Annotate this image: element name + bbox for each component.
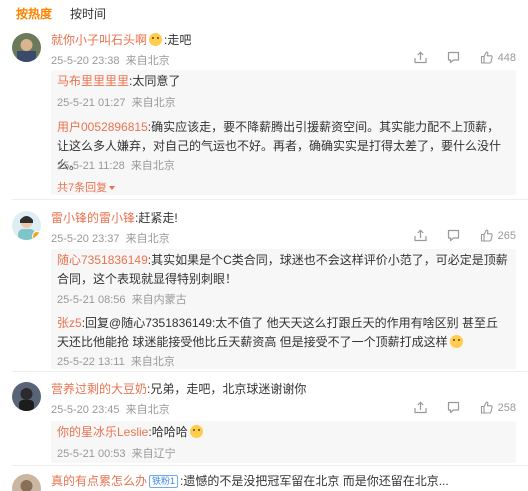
verified-badge-icon bbox=[32, 231, 41, 240]
reply-text: 张z5:回复@随心7351836149:太不值了 他天天这么打跟丘天的作用有啥区… bbox=[57, 314, 508, 352]
comment-icon bbox=[447, 229, 459, 242]
reply-box: 你的星冰乐Leslie:哈哈哈 25-5-21 00:53 来自辽宁 bbox=[51, 421, 516, 463]
avatar[interactable] bbox=[12, 33, 41, 62]
reply-content: :哈哈哈 bbox=[148, 425, 188, 439]
comment-line: 营养过剩的大豆奶:兄弟，走吧，北京球迷谢谢你 bbox=[51, 381, 306, 397]
reply-username[interactable]: 张z5 bbox=[57, 316, 82, 330]
like-count: 258 bbox=[497, 401, 516, 414]
reply-date: 25-5-21 00:53 bbox=[57, 448, 126, 460]
fan-badge: 铁粉1 bbox=[149, 475, 179, 488]
comment-date: 25-5-20 23:45 bbox=[51, 404, 120, 416]
reply-date: 25-5-21 11:28 bbox=[57, 160, 125, 172]
comment-text: :赶紧走! bbox=[135, 211, 178, 225]
reply-meta: 25-5-21 11:28 来自北京 bbox=[57, 157, 175, 173]
reply-text: 随心7351836149:其实如果是个C类合同，球迷也不会这样评价小范了，可必定… bbox=[57, 251, 508, 289]
comment-item: 营养过剩的大豆奶:兄弟，走吧，北京球迷谢谢你 25-5-20 23:45 来自北… bbox=[0, 372, 528, 466]
reply-username[interactable]: 马布里里里里 bbox=[57, 74, 129, 88]
comment-location: 来自北京 bbox=[125, 55, 170, 67]
comment-meta: 25-5-20 23:45 来自北京 bbox=[51, 401, 170, 417]
comment-actions: 448 bbox=[414, 51, 516, 64]
comment-icon bbox=[447, 51, 459, 64]
share-icon bbox=[414, 229, 427, 242]
comment-line: 就你小子叫石头啊 :走吧 bbox=[51, 32, 191, 48]
comment-line: 雷小锋的雷小锋:赶紧走! bbox=[51, 210, 178, 226]
like-icon bbox=[480, 401, 493, 414]
comment-username[interactable]: 真的有点累怎么办 bbox=[51, 474, 147, 488]
comment-actions: 265 bbox=[414, 229, 516, 242]
comment-item: 雷小锋的雷小锋:赶紧走! 25-5-20 23:37 来自北京 265 随心73… bbox=[0, 200, 528, 372]
like-icon bbox=[480, 51, 493, 64]
reply-box: 马布里里里里:太同意了 25-5-21 01:27 来自北京 用户0052896… bbox=[51, 70, 516, 195]
reply-box: 随心7351836149:其实如果是个C类合同，球迷也不会这样评价小范了，可必定… bbox=[51, 249, 516, 369]
chevron-down-icon bbox=[109, 186, 116, 190]
like-icon bbox=[480, 229, 493, 242]
like-button[interactable]: 448 bbox=[480, 51, 516, 64]
comment-meta: 25-5-20 23:38 来自北京 bbox=[51, 52, 170, 68]
like-button[interactable]: 258 bbox=[480, 401, 516, 414]
reply-date: 25-5-22 13:11 bbox=[57, 356, 125, 368]
more-replies-link[interactable]: 共7条回复 bbox=[57, 179, 116, 195]
reply-meta: 25-5-21 08:56 来自内蒙古 bbox=[57, 291, 187, 307]
comment-item: 就你小子叫石头啊 :走吧 25-5-20 23:38 来自北京 448 马布里里里… bbox=[0, 0, 528, 200]
reply-username[interactable]: 随心7351836149 bbox=[57, 253, 148, 267]
reply-meta: 25-5-21 01:27 来自北京 bbox=[57, 94, 176, 110]
comment-username[interactable]: 就你小子叫石头啊 bbox=[51, 33, 147, 47]
reply-location: 来自内蒙古 bbox=[131, 294, 187, 306]
reply-text: 马布里里里里:太同意了 bbox=[57, 72, 508, 91]
comment-text: :兄弟，走吧，北京球迷谢谢你 bbox=[147, 382, 307, 396]
comment-text: :遗憾的不是没把冠军留在北京 而是你还留在北京... bbox=[180, 474, 449, 488]
share-button[interactable] bbox=[414, 229, 427, 242]
comment-line: 真的有点累怎么办 铁粉1:遗憾的不是没把冠军留在北京 而是你还留在北京... bbox=[51, 473, 449, 489]
comment-button[interactable] bbox=[447, 401, 460, 414]
comment-date: 25-5-20 23:37 bbox=[51, 233, 120, 245]
comment-item: 真的有点累怎么办 铁粉1:遗憾的不是没把冠军留在北京 而是你还留在北京... bbox=[0, 466, 528, 491]
like-count: 448 bbox=[497, 51, 516, 64]
comment-text: :走吧 bbox=[164, 33, 192, 47]
reply-meta: 25-5-22 13:11 来自北京 bbox=[57, 353, 175, 369]
comment-username[interactable]: 雷小锋的雷小锋 bbox=[51, 211, 135, 225]
emoji-icon bbox=[189, 425, 203, 438]
reply-date: 25-5-21 01:27 bbox=[57, 97, 126, 109]
comment-actions: 258 bbox=[414, 401, 516, 414]
comment-date: 25-5-20 23:38 bbox=[51, 55, 120, 67]
avatar[interactable] bbox=[12, 211, 41, 240]
reply-content: :太同意了 bbox=[129, 74, 181, 88]
more-replies-label: 共7条回复 bbox=[57, 182, 108, 194]
reply-meta: 25-5-21 00:53 来自辽宁 bbox=[57, 445, 176, 461]
reply-text: 你的星冰乐Leslie:哈哈哈 bbox=[57, 423, 508, 442]
reply-date: 25-5-21 08:56 bbox=[57, 294, 126, 306]
reply-location: 来自北京 bbox=[131, 97, 176, 109]
share-icon bbox=[414, 51, 427, 64]
reply-content: :回复@随心7351836149:太不值了 他天天这么打跟丘天的作用有啥区别 甚… bbox=[57, 316, 498, 349]
reply-location: 来自辽宁 bbox=[131, 448, 176, 460]
reply-location: 来自北京 bbox=[130, 160, 175, 172]
like-button[interactable]: 265 bbox=[480, 229, 516, 242]
emoji-icon bbox=[449, 335, 463, 348]
reply-location: 来自北京 bbox=[130, 356, 175, 368]
avatar[interactable] bbox=[12, 382, 41, 411]
like-count: 265 bbox=[497, 229, 516, 242]
reply-username[interactable]: 你的星冰乐Leslie bbox=[57, 425, 148, 439]
comment-icon bbox=[447, 401, 459, 414]
comment-button[interactable] bbox=[447, 51, 460, 64]
share-button[interactable] bbox=[414, 401, 427, 414]
avatar[interactable] bbox=[12, 474, 41, 491]
comment-location: 来自北京 bbox=[125, 404, 170, 416]
emoji-icon bbox=[149, 33, 163, 46]
reply-username[interactable]: 用户0052896815 bbox=[57, 120, 148, 134]
share-icon bbox=[414, 401, 427, 414]
comment-meta: 25-5-20 23:37 来自北京 bbox=[51, 230, 170, 246]
comment-username[interactable]: 营养过剩的大豆奶 bbox=[51, 382, 147, 396]
comment-button[interactable] bbox=[447, 229, 460, 242]
comment-location: 来自北京 bbox=[125, 233, 170, 245]
share-button[interactable] bbox=[414, 51, 427, 64]
